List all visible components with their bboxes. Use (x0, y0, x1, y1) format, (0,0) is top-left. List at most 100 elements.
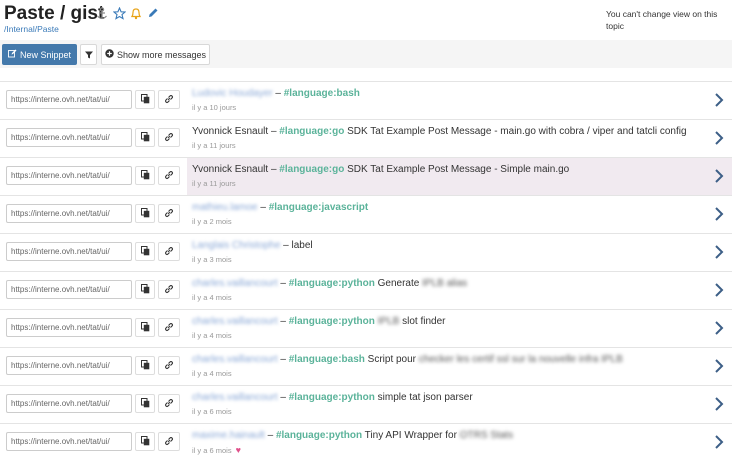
author-link[interactable]: Langlais Christophe (192, 240, 280, 251)
breadcrumb[interactable]: /Internal/Paste (4, 24, 59, 34)
chevron-right-icon[interactable] (714, 434, 724, 455)
copy-button[interactable] (135, 242, 155, 261)
link-icon (164, 243, 174, 261)
snippet-url-input[interactable]: https://interne.ovh.net/tat/ui/ (6, 394, 132, 413)
message-time: il y a 3 mois (192, 255, 232, 264)
copy-button[interactable] (135, 204, 155, 223)
chevron-right-icon[interactable] (714, 282, 724, 303)
permalink-button[interactable] (158, 90, 180, 109)
permalink-button[interactable] (158, 318, 180, 337)
author-link[interactable]: mathieu.lamoe (192, 202, 258, 213)
snippet-url-input[interactable]: https://interne.ovh.net/tat/ui/ (6, 128, 132, 147)
plus-circle-icon (105, 49, 114, 60)
author-link[interactable]: Yvonnick Esnault (192, 126, 268, 137)
copy-button[interactable] (135, 128, 155, 147)
language-tag[interactable]: #language:python (289, 316, 375, 327)
link-icon (164, 167, 174, 185)
author-link[interactable]: charles.vaillancourt (192, 392, 278, 403)
bell-icon[interactable] (130, 7, 142, 21)
chevron-right-icon[interactable] (714, 130, 724, 151)
pencil-icon[interactable] (147, 7, 159, 21)
heart-icon[interactable]: ♥ (236, 445, 241, 455)
copy-button[interactable] (135, 318, 155, 337)
chevron-right-icon[interactable] (714, 244, 724, 265)
chevron-right-icon[interactable] (714, 358, 724, 379)
snippet-url-input[interactable]: https://interne.ovh.net/tat/ui/ (6, 90, 132, 109)
permalink-button[interactable] (158, 128, 180, 147)
snippet-url-input[interactable]: https://interne.ovh.net/tat/ui/ (6, 204, 132, 223)
timestamp: il y a 10 jours (192, 103, 237, 112)
copy-button[interactable] (135, 90, 155, 109)
row-actions: https://interne.ovh.net/tat/ui/ (0, 272, 187, 309)
permalink-button[interactable] (158, 394, 180, 413)
message-text: Yvonnick Esnault – #language:go SDK Tat … (192, 126, 687, 137)
star-icon[interactable] (112, 6, 127, 21)
copy-button[interactable] (135, 280, 155, 299)
author-link[interactable]: maxime.hainault (192, 430, 265, 441)
permalink-button[interactable] (158, 204, 180, 223)
copy-button[interactable] (135, 432, 155, 451)
author-link[interactable]: Yvonnick Esnault (192, 164, 268, 175)
row-actions: https://interne.ovh.net/tat/ui/ (0, 82, 187, 119)
message-text: charles.vaillancourt – #language:python … (192, 392, 473, 403)
message-row[interactable]: https://interne.ovh.net/tat/ui/Yvonnick … (0, 119, 732, 157)
snippet-url-input[interactable]: https://interne.ovh.net/tat/ui/ (6, 280, 132, 299)
new-snippet-button[interactable]: New Snippet (2, 44, 77, 65)
message-row[interactable]: https://interne.ovh.net/tat/ui/Langlais … (0, 233, 732, 271)
separator: – (264, 430, 276, 441)
message-body-redacted: checker les certif ssl sur la nouvelle i… (418, 354, 623, 365)
author-link[interactable]: Ludovic Houdayer (192, 88, 273, 99)
permalink-button[interactable] (158, 280, 180, 299)
message-row[interactable]: https://interne.ovh.net/tat/ui/Yvonnick … (0, 157, 732, 195)
anchor-icon[interactable] (96, 7, 108, 21)
message-row[interactable]: https://interne.ovh.net/tat/ui/Ludovic H… (0, 81, 732, 119)
author-link[interactable]: charles.vaillancourt (192, 278, 278, 289)
filter-button[interactable] (80, 44, 97, 65)
permalink-button[interactable] (158, 432, 180, 451)
row-actions: https://interne.ovh.net/tat/ui/ (0, 196, 187, 233)
chevron-right-icon[interactable] (714, 168, 724, 189)
chevron-right-icon[interactable] (714, 92, 724, 113)
message-row[interactable]: https://interne.ovh.net/tat/ui/charles.v… (0, 385, 732, 423)
author-link[interactable]: charles.vaillancourt (192, 316, 278, 327)
copy-icon (140, 205, 150, 223)
message-row[interactable]: https://interne.ovh.net/tat/ui/charles.v… (0, 271, 732, 309)
separator: – (272, 88, 284, 99)
message-row[interactable]: https://interne.ovh.net/tat/ui/maxime.ha… (0, 423, 732, 461)
snippet-url-input[interactable]: https://interne.ovh.net/tat/ui/ (6, 318, 132, 337)
message-row[interactable]: https://interne.ovh.net/tat/ui/charles.v… (0, 309, 732, 347)
page-title: Paste / gist (4, 3, 105, 24)
snippet-url-input[interactable]: https://interne.ovh.net/tat/ui/ (6, 356, 132, 375)
permalink-button[interactable] (158, 242, 180, 261)
copy-button[interactable] (135, 394, 155, 413)
snippet-url-input[interactable]: https://interne.ovh.net/tat/ui/ (6, 166, 132, 185)
chevron-right-icon[interactable] (714, 320, 724, 341)
link-icon (164, 433, 174, 451)
message-text: charles.vaillancourt – #language:python … (192, 278, 467, 289)
snippet-url-input[interactable]: https://interne.ovh.net/tat/ui/ (6, 432, 132, 451)
link-icon (164, 395, 174, 413)
snippet-url-input[interactable]: https://interne.ovh.net/tat/ui/ (6, 242, 132, 261)
language-tag[interactable]: #language:bash (284, 88, 360, 99)
row-actions: https://interne.ovh.net/tat/ui/ (0, 424, 187, 461)
permalink-button[interactable] (158, 166, 180, 185)
author-link[interactable]: charles.vaillancourt (192, 354, 278, 365)
language-tag[interactable]: #language:python (289, 392, 375, 403)
language-tag[interactable]: #language:javascript (269, 202, 368, 213)
show-more-button[interactable]: Show more messages (101, 44, 210, 65)
language-tag[interactable]: #language:go (279, 126, 344, 137)
language-tag[interactable]: #language:python (289, 278, 375, 289)
chevron-right-icon[interactable] (714, 396, 724, 417)
language-tag[interactable]: #language:python (276, 430, 362, 441)
row-actions: https://interne.ovh.net/tat/ui/ (0, 158, 187, 195)
copy-button[interactable] (135, 356, 155, 375)
page-header: Paste / gist /Internal/Paste You can't c… (0, 0, 732, 40)
row-actions: https://interne.ovh.net/tat/ui/ (0, 120, 187, 157)
language-tag[interactable]: #language:go (279, 164, 344, 175)
message-row[interactable]: https://interne.ovh.net/tat/ui/charles.v… (0, 347, 732, 385)
chevron-right-icon[interactable] (714, 206, 724, 227)
copy-button[interactable] (135, 166, 155, 185)
language-tag[interactable]: #language:bash (289, 354, 365, 365)
message-row[interactable]: https://interne.ovh.net/tat/ui/mathieu.l… (0, 195, 732, 233)
permalink-button[interactable] (158, 356, 180, 375)
